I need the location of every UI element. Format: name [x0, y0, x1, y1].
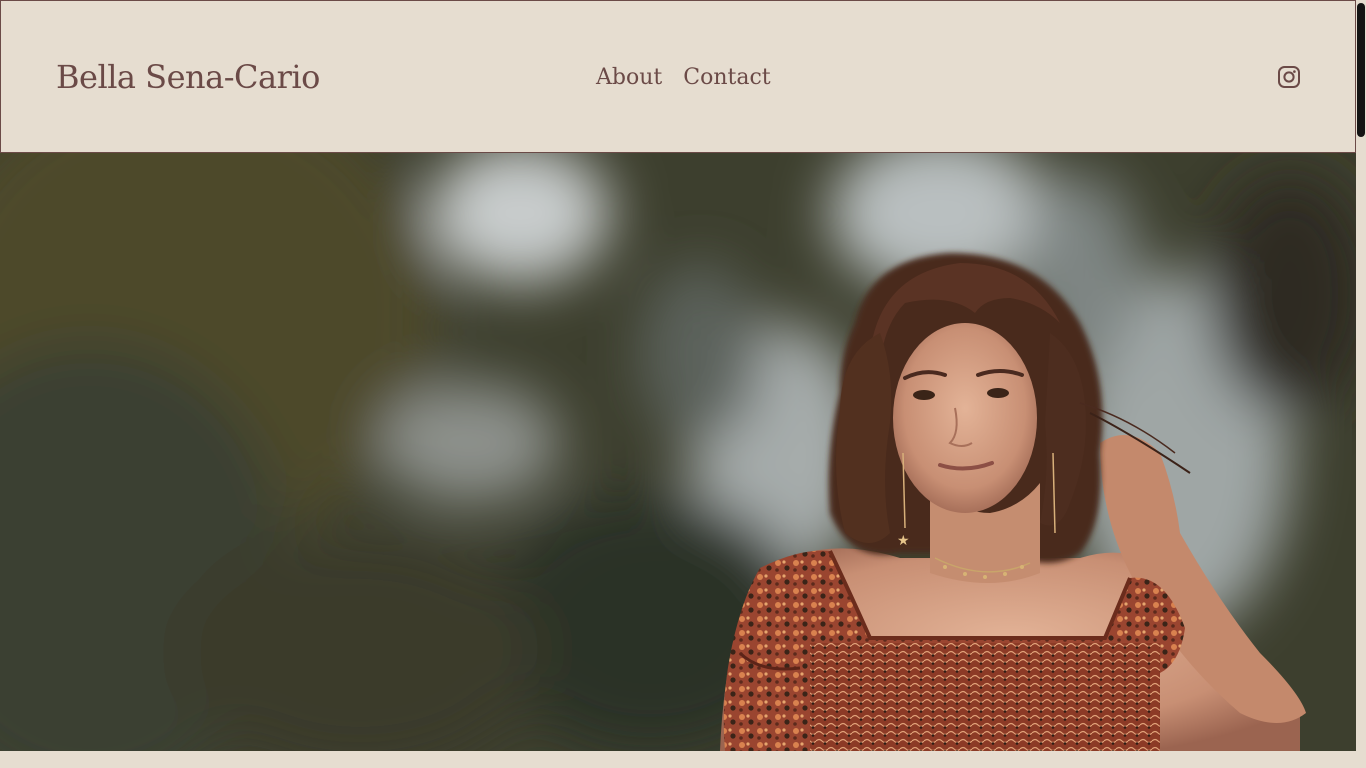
- page: Bella Sena-Cario About Contact ★: [0, 0, 1366, 768]
- hero-section: ★: [0, 153, 1356, 751]
- svg-text:★: ★: [897, 533, 910, 549]
- site-header: Bella Sena-Cario About Contact: [0, 0, 1356, 153]
- instagram-icon: [1278, 66, 1300, 88]
- page-content-strip: [0, 751, 1356, 768]
- main-nav: About Contact: [596, 63, 771, 93]
- hero-portrait-image: ★: [0, 153, 1356, 751]
- instagram-link[interactable]: [1277, 65, 1301, 89]
- scrollbar-thumb[interactable]: [1357, 3, 1365, 137]
- nav-link-contact[interactable]: Contact: [683, 63, 770, 93]
- site-title-link[interactable]: Bella Sena-Cario: [56, 55, 320, 99]
- nav-link-about[interactable]: About: [596, 63, 662, 93]
